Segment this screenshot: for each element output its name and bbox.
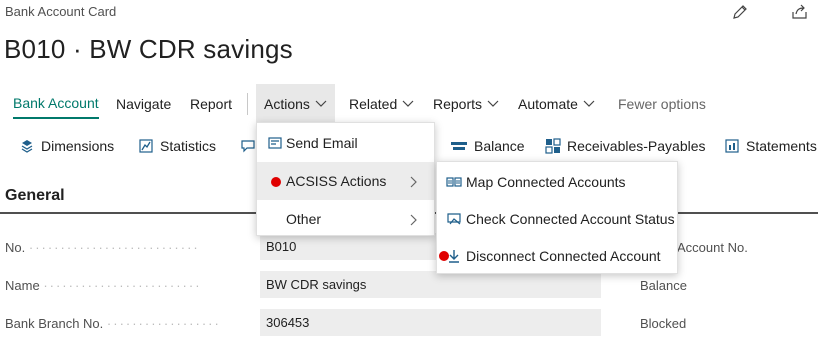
tab-automate[interactable]: Automate (518, 84, 595, 124)
section-title-general[interactable]: General (5, 187, 65, 205)
chevron-down-icon (487, 100, 499, 108)
statistics-icon (138, 138, 154, 154)
menu-item-label: Map Connected Accounts (466, 173, 626, 190)
tab-bank-account[interactable]: Bank Account (13, 89, 99, 119)
tab-label: Automate (518, 96, 578, 112)
fewer-options-button[interactable]: Fewer options (618, 84, 706, 124)
balance-icon (450, 138, 468, 154)
tab-report[interactable]: Report (190, 84, 232, 124)
receivables-icon (545, 138, 561, 154)
pencil-icon[interactable] (731, 3, 749, 21)
menu-divider (247, 93, 248, 115)
toolbar-label: Balance (474, 138, 525, 154)
tab-related[interactable]: Related (349, 84, 414, 124)
map-icon (446, 174, 462, 190)
tab-actions[interactable]: Actions (256, 84, 335, 124)
acsiss-actions-menu-item[interactable]: ACSISS Actions (257, 162, 434, 200)
tab-reports[interactable]: Reports (433, 84, 499, 124)
check-connected-account-status-menu-item[interactable]: Check Connected Account Status (437, 200, 677, 237)
other-menu-item[interactable]: Other (257, 200, 434, 238)
page-title: B010 · BW CDR savings (4, 34, 293, 64)
chevron-right-icon (410, 213, 418, 229)
field-label-blocked: Blocked (640, 316, 687, 331)
check-status-icon (446, 211, 462, 227)
chevron-down-icon (315, 100, 327, 108)
toolbar-label: Receivables-Payables (567, 138, 706, 154)
tab-label: Related (349, 96, 398, 112)
tab-label: Bank Account (13, 95, 99, 111)
toolbar-label: Statements (746, 138, 817, 154)
field-label-no: No. ··························· (5, 240, 200, 255)
tab-label: Report (190, 96, 233, 112)
send-email-menu-item[interactable]: Send Email (257, 124, 434, 162)
disconnect-icon (446, 248, 462, 264)
comment-icon (240, 138, 256, 154)
actions-dropdown: Send Email ACSISS Actions Other (256, 122, 435, 236)
chevron-right-icon (410, 175, 418, 191)
acsiss-submenu: Map Connected Accounts Check Connected A… (436, 161, 678, 274)
chevron-down-icon (402, 100, 414, 108)
bank-branch-field[interactable]: 306453 (260, 309, 601, 336)
chevron-down-icon (583, 100, 595, 108)
menu-item-label: Check Connected Account Status (466, 210, 675, 227)
toolbar-label: Dimensions (41, 138, 115, 154)
tab-label: Reports (433, 96, 483, 112)
action-bar: Bank Account Navigate Report Actions Rel… (0, 84, 818, 124)
toolbar-label: Statistics (160, 138, 217, 154)
email-icon (268, 136, 282, 150)
menu-item-label: Send Email (286, 135, 358, 151)
menu-item-label: Other (286, 211, 322, 227)
statements-button[interactable]: Statements (724, 124, 817, 168)
statements-icon (724, 138, 740, 154)
tab-label: Actions (264, 96, 310, 112)
tab-label: Fewer options (618, 96, 706, 112)
tab-navigate[interactable]: Navigate (116, 84, 171, 124)
marker-dot (271, 177, 281, 187)
dimensions-button[interactable]: Dimensions (19, 124, 114, 168)
menu-item-label: Disconnect Connected Account (466, 247, 661, 264)
dimensions-icon (19, 138, 35, 154)
menu-item-label: ACSISS Actions (286, 173, 387, 189)
share-icon[interactable] (791, 3, 809, 21)
map-connected-accounts-menu-item[interactable]: Map Connected Accounts (437, 163, 677, 200)
name-field[interactable]: BW CDR savings (260, 271, 601, 298)
tab-label: Navigate (116, 96, 172, 112)
disconnect-connected-account-menu-item[interactable]: Disconnect Connected Account (437, 237, 677, 274)
statistics-button[interactable]: Statistics (138, 124, 216, 168)
field-label-name: Name ························· (5, 278, 202, 293)
field-label-account-no: Account No. (677, 240, 748, 255)
field-label-balance: Balance (640, 278, 687, 293)
field-label-bank-branch: Bank Branch No. ·················· (5, 316, 221, 331)
page-caption: Bank Account Card (5, 4, 117, 19)
